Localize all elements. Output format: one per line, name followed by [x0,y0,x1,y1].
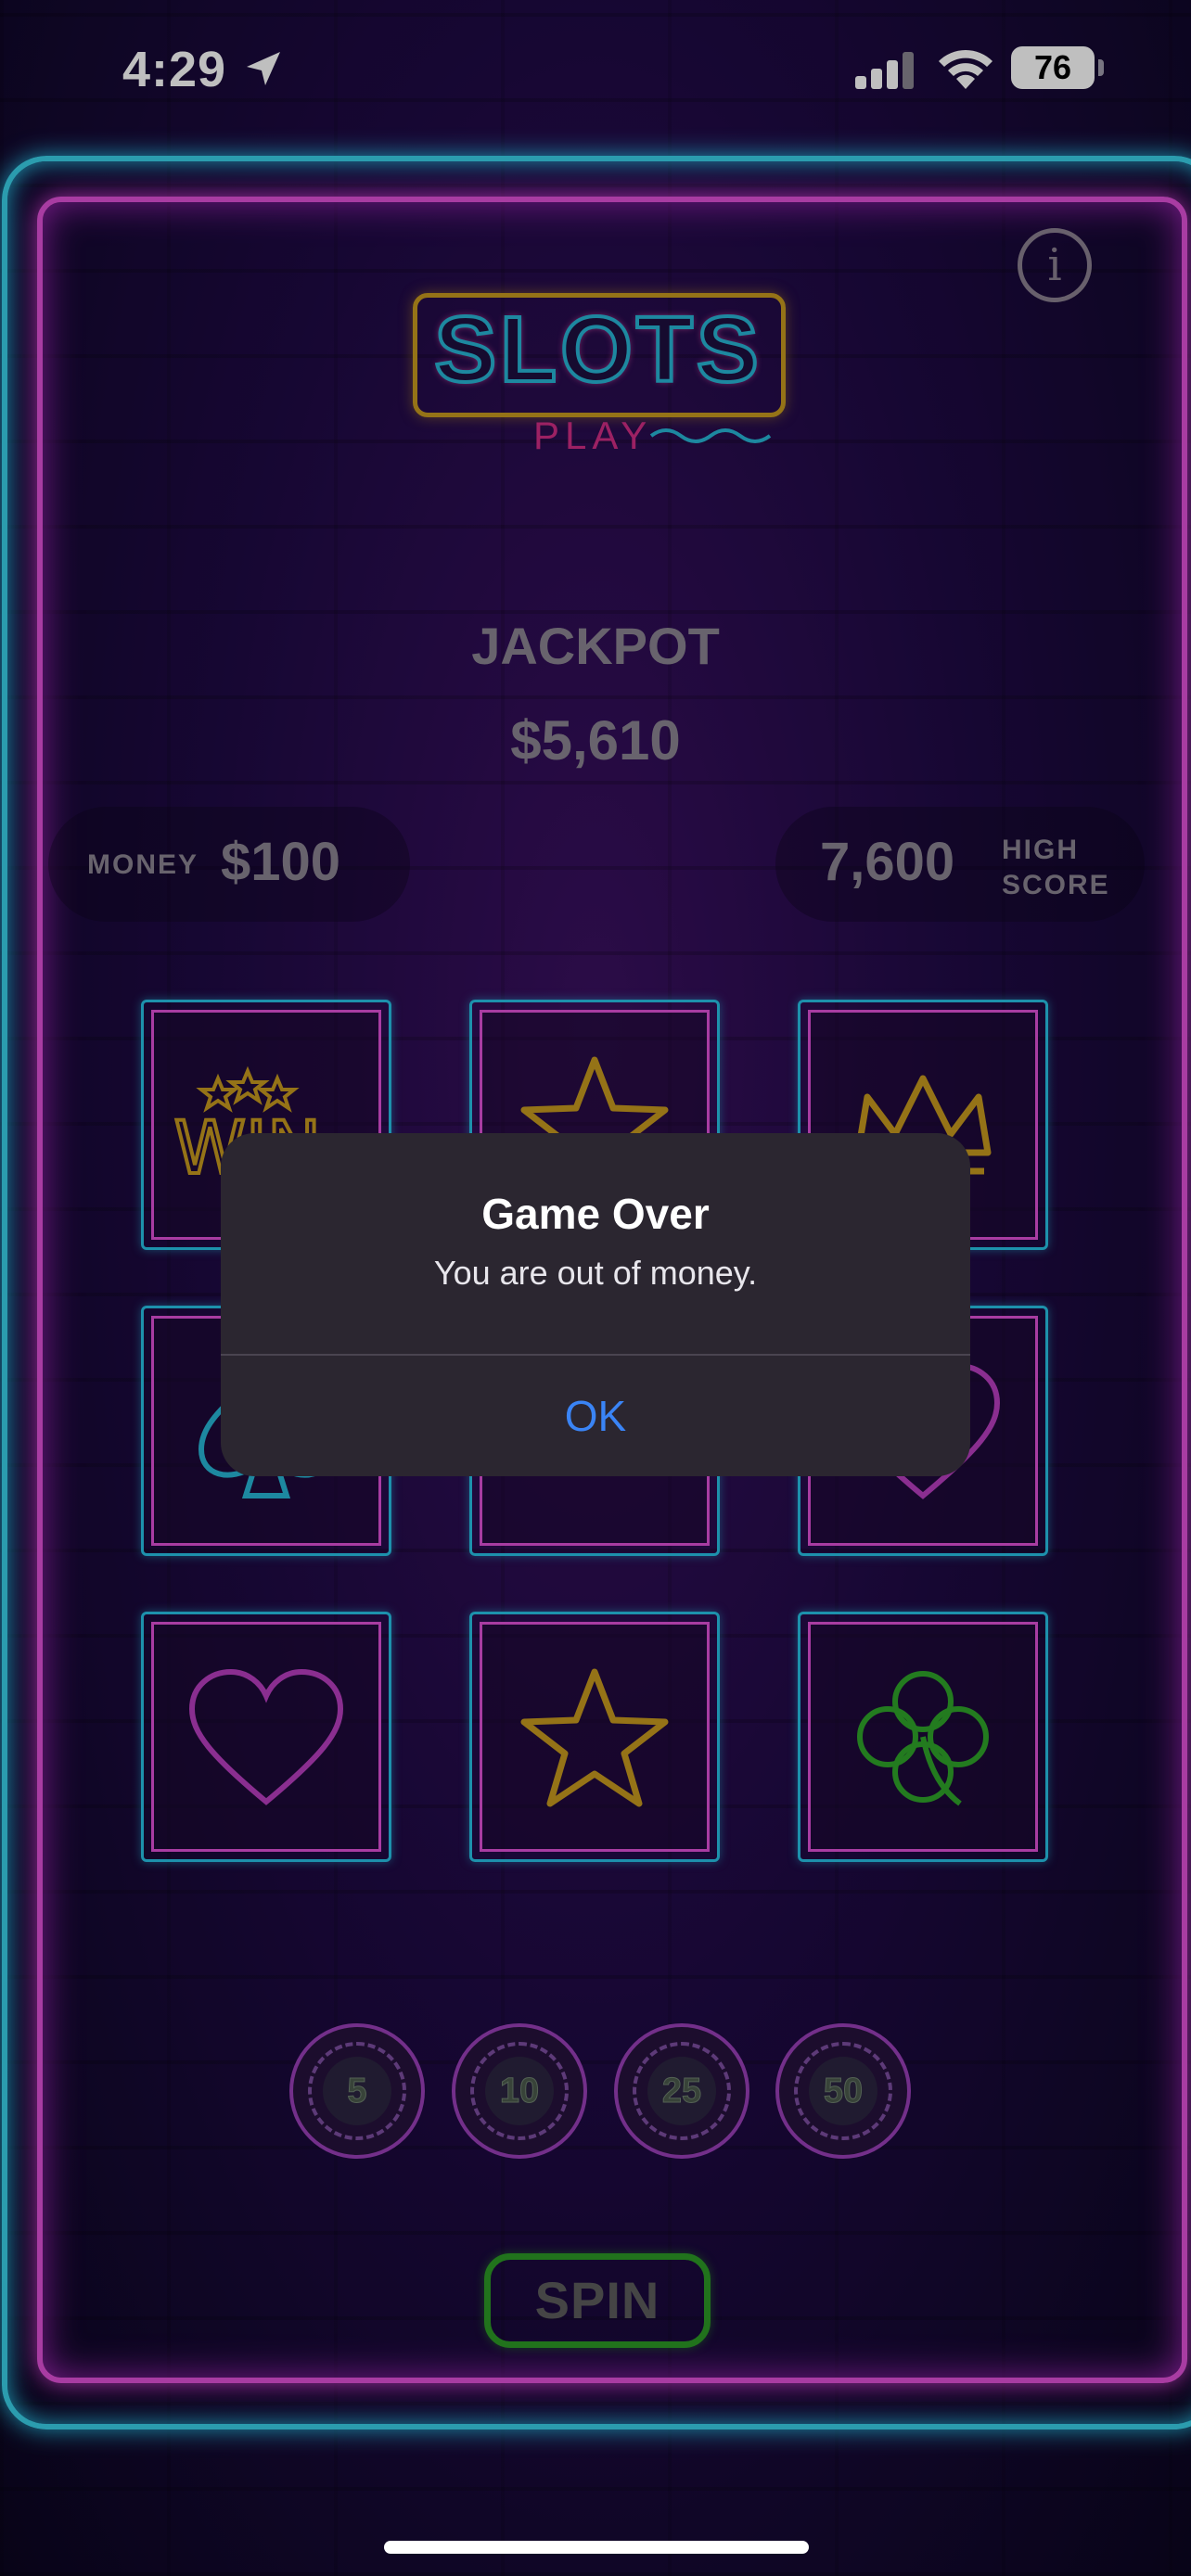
home-indicator[interactable] [384,2541,809,2554]
ok-button[interactable]: OK [221,1356,970,1476]
alert-title: Game Over [481,1190,710,1238]
alert-message: You are out of money. [433,1254,758,1292]
game-over-alert: Game Over You are out of money. OK [221,1133,970,1476]
